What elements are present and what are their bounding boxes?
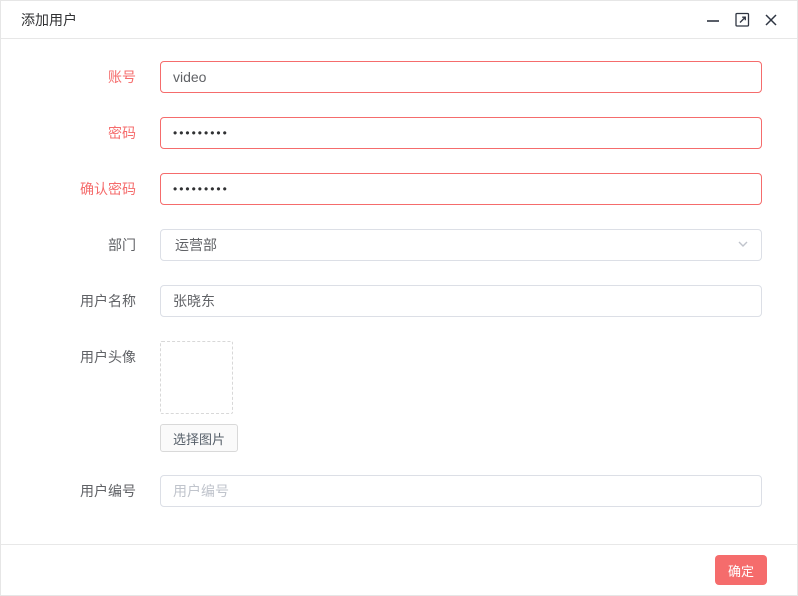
add-user-dialog: 添加用户 账 [0, 0, 798, 596]
window-controls [705, 12, 779, 28]
password-label: 密码 [1, 117, 136, 149]
form-row-avatar: 用户头像 选择图片 [1, 341, 797, 452]
password-field[interactable] [160, 117, 762, 149]
form-row-username: 用户名称 [1, 285, 797, 317]
department-select-value: 运营部 [175, 235, 217, 255]
form-row-password: 密码 [1, 117, 797, 149]
username-label: 用户名称 [1, 285, 136, 317]
chevron-down-icon [737, 238, 749, 250]
choose-image-button[interactable]: 选择图片 [160, 424, 238, 452]
close-icon [764, 13, 778, 27]
user-number-label: 用户编号 [1, 475, 136, 507]
confirm-button[interactable]: 确定 [715, 555, 767, 585]
dialog-footer: 确定 [1, 544, 797, 595]
department-label: 部门 [1, 229, 136, 261]
minimize-icon [706, 13, 720, 27]
department-select[interactable]: 运营部 [160, 229, 762, 261]
account-label: 账号 [1, 61, 136, 93]
confirm-password-label: 确认密码 [1, 173, 136, 205]
user-number-field[interactable] [160, 475, 762, 507]
maximize-icon [735, 12, 750, 27]
form-row-user-number: 用户编号 [1, 475, 797, 507]
form-row-confirm-password: 确认密码 [1, 173, 797, 205]
add-user-form: 账号 密码 确认密码 部门 运营部 [1, 39, 797, 507]
titlebar: 添加用户 [1, 1, 797, 39]
avatar-upload-dropzone[interactable] [160, 341, 233, 414]
minimize-icon[interactable] [705, 12, 721, 28]
confirm-password-field[interactable] [160, 173, 762, 205]
avatar-label: 用户头像 [1, 341, 136, 452]
form-row-department: 部门 运营部 [1, 229, 797, 261]
account-field[interactable] [160, 61, 762, 93]
username-field[interactable] [160, 285, 762, 317]
form-row-account: 账号 [1, 61, 797, 93]
close-icon[interactable] [763, 12, 779, 28]
dialog-title: 添加用户 [21, 10, 77, 30]
maximize-icon[interactable] [734, 12, 750, 28]
